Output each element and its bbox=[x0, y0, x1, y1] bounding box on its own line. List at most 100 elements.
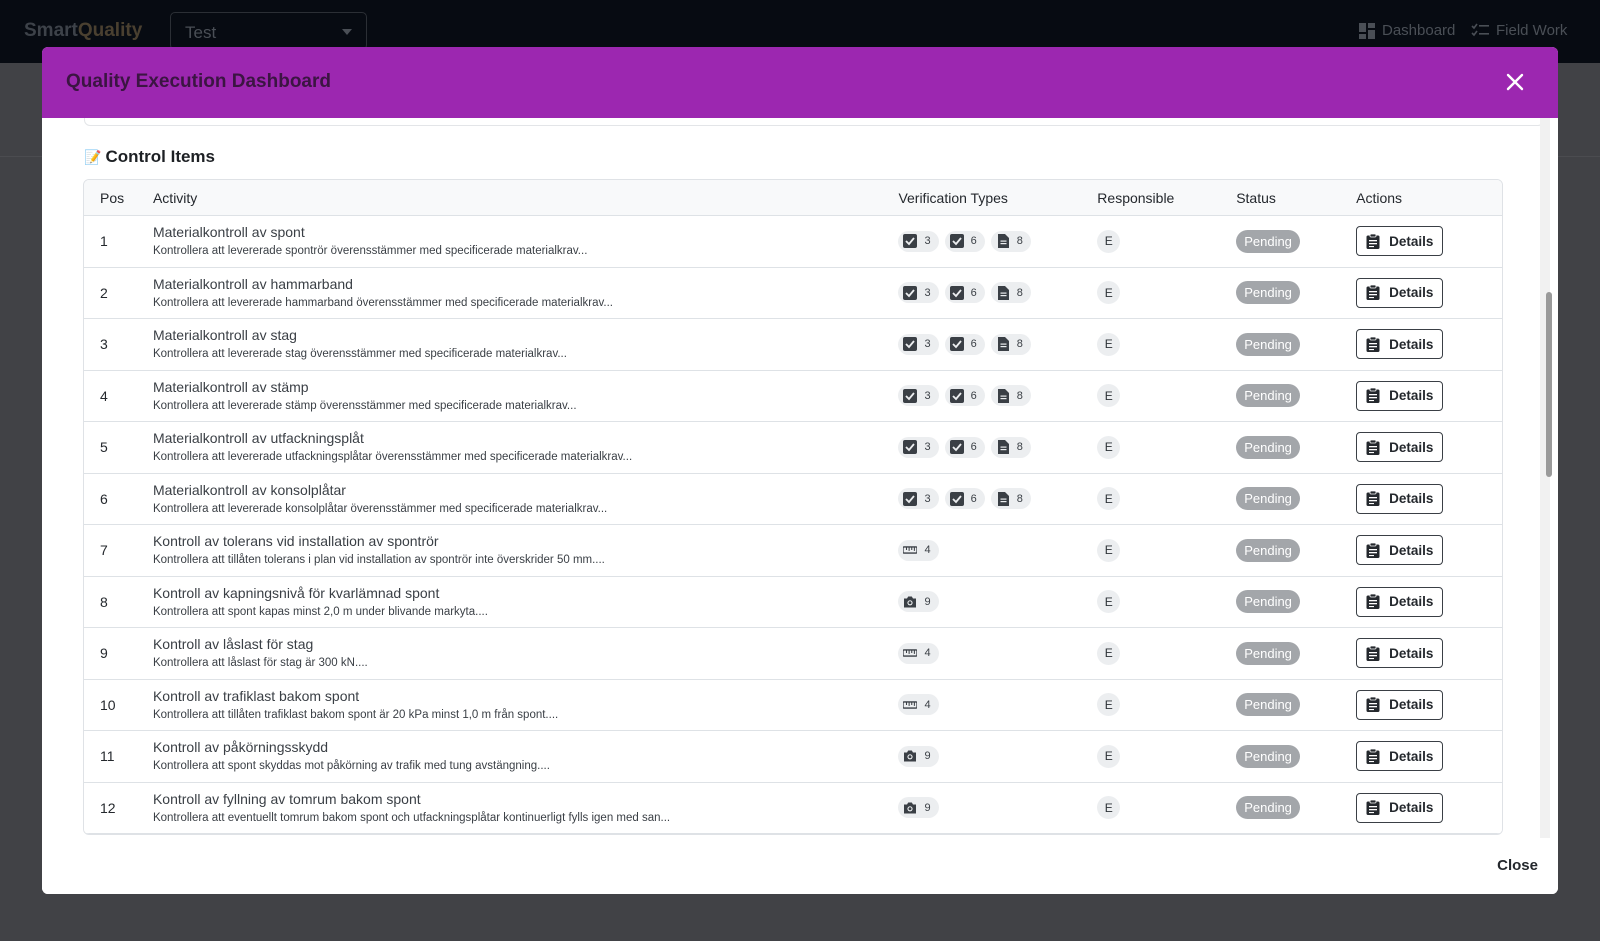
row-responsible: E bbox=[1097, 229, 1236, 253]
row-activity: Materialkontroll av hammarband Kontroller… bbox=[153, 275, 898, 311]
row-pos: 6 bbox=[100, 490, 108, 507]
responsible-badge: E bbox=[1097, 693, 1121, 717]
details-button-label: Details bbox=[1389, 491, 1434, 507]
table-row: 7 Kontroll av tolerans vid installation a… bbox=[84, 525, 1502, 577]
verification-count: 3 bbox=[924, 441, 931, 454]
header-pos: Pos bbox=[100, 189, 125, 206]
control-items-table: Pos Activity Verification Types Responsi… bbox=[83, 179, 1503, 835]
verification-badge: 6 bbox=[944, 385, 985, 407]
header-status: Status bbox=[1236, 189, 1276, 206]
document-icon bbox=[997, 234, 1009, 249]
details-button[interactable]: Details bbox=[1356, 741, 1444, 772]
activity-description: Kontrollera att eventuellt tomrum bakom … bbox=[152, 811, 671, 824]
row-pos: 10 bbox=[100, 696, 116, 713]
row-responsible: E bbox=[1097, 435, 1236, 459]
row-responsible: E bbox=[1097, 796, 1236, 820]
details-button[interactable]: Details bbox=[1356, 329, 1444, 360]
row-verification-types: 4 bbox=[898, 642, 1097, 664]
verification-count: 6 bbox=[970, 235, 977, 248]
verification-badge: 3 bbox=[898, 230, 939, 252]
verification-count: 8 bbox=[1016, 389, 1023, 402]
checkbox-icon bbox=[949, 234, 964, 249]
checkbox-icon bbox=[949, 285, 964, 300]
row-pos: 8 bbox=[100, 593, 108, 610]
nav-dashboard[interactable]: Dashboard bbox=[1359, 22, 1455, 39]
table-row: 5 Materialkontroll av utfackningsplåt Kont… bbox=[84, 422, 1502, 474]
details-button-label: Details bbox=[1389, 594, 1434, 610]
row-pos: 11 bbox=[100, 748, 115, 765]
verification-badge: 8 bbox=[990, 333, 1031, 355]
verification-count: 3 bbox=[924, 492, 931, 505]
row-status: Pending bbox=[1236, 693, 1356, 717]
row-responsible: E bbox=[1097, 538, 1236, 562]
responsible-badge: E bbox=[1097, 384, 1121, 408]
camera-icon bbox=[904, 750, 917, 762]
status-badge: Pending bbox=[1236, 744, 1300, 768]
verification-count: 8 bbox=[1016, 338, 1023, 351]
table-row: 2 Materialkontroll av hammarband Kontrolle… bbox=[84, 267, 1502, 319]
camera-icon bbox=[904, 596, 917, 608]
verification-badge: 9 bbox=[898, 797, 939, 819]
activity-description: Kontrollera att låslast för stag är 300 … bbox=[152, 657, 368, 670]
details-button[interactable]: Details bbox=[1356, 483, 1444, 514]
row-status: Pending bbox=[1236, 332, 1356, 356]
status-badge: Pending bbox=[1236, 487, 1300, 511]
row-status: Pending bbox=[1236, 435, 1356, 459]
ruler-icon bbox=[903, 546, 918, 554]
details-button[interactable]: Details bbox=[1356, 432, 1444, 463]
status-badge: Pending bbox=[1236, 538, 1300, 562]
checkbox-icon bbox=[903, 285, 918, 300]
modal-scrollbar-track[interactable] bbox=[1540, 118, 1550, 838]
verification-count: 9 bbox=[924, 801, 931, 814]
row-responsible: E bbox=[1097, 693, 1236, 717]
clipboard-icon bbox=[1366, 233, 1380, 249]
row-actions: Details bbox=[1356, 329, 1502, 360]
row-status: Pending bbox=[1236, 229, 1356, 253]
details-button[interactable]: Details bbox=[1356, 586, 1444, 617]
row-actions: Details bbox=[1356, 483, 1502, 514]
verification-count: 8 bbox=[1016, 492, 1023, 505]
ruler-icon bbox=[903, 701, 918, 709]
details-button[interactable]: Details bbox=[1356, 226, 1444, 257]
details-button[interactable]: Details bbox=[1356, 535, 1444, 566]
project-select[interactable]: Test bbox=[170, 12, 367, 50]
verification-count: 3 bbox=[924, 389, 931, 402]
table-row: 8 Kontroll av kapningsnivå för kvarlämnad… bbox=[84, 576, 1502, 628]
row-verification-types: 9 bbox=[898, 745, 1097, 767]
verification-badge: 8 bbox=[990, 488, 1031, 510]
details-button[interactable]: Details bbox=[1356, 380, 1444, 411]
verification-count: 3 bbox=[924, 338, 931, 351]
row-responsible: E bbox=[1097, 641, 1236, 665]
verification-badge: 3 bbox=[898, 488, 939, 510]
table-row: 6 Materialkontroll av konsolplåtar Kontrol… bbox=[84, 473, 1502, 525]
row-verification-types: 4 bbox=[898, 539, 1097, 561]
verification-badge: 9 bbox=[898, 745, 939, 767]
table-row: 1 Materialkontroll av spont Kontrollera at… bbox=[84, 216, 1502, 268]
checkbox-icon bbox=[903, 491, 918, 506]
details-button[interactable]: Details bbox=[1356, 792, 1444, 823]
table-row: 3 Materialkontroll av stag Kontrollera att… bbox=[84, 319, 1502, 371]
activity-description: Kontrollera att levererade utfackningspl… bbox=[152, 451, 633, 464]
modal-scrollbar-thumb[interactable] bbox=[1546, 292, 1552, 477]
checkbox-icon bbox=[949, 337, 964, 352]
brand-quality-text: Quality bbox=[77, 20, 143, 41]
details-button[interactable]: Details bbox=[1356, 277, 1444, 308]
activity-title: Materialkontroll av konsolplåtar bbox=[152, 481, 346, 498]
row-status: Pending bbox=[1236, 281, 1356, 305]
nav-field-work[interactable]: Field Work bbox=[1471, 22, 1567, 39]
close-button[interactable]: Close bbox=[1497, 857, 1538, 874]
row-pos: 2 bbox=[100, 284, 108, 301]
modal-body[interactable]: 📝 Control Items Pos Activity Verificatio… bbox=[42, 118, 1558, 889]
close-icon[interactable] bbox=[1506, 73, 1524, 91]
brand-logo[interactable]: SmartQuality bbox=[24, 20, 142, 42]
verification-badge: 4 bbox=[898, 539, 939, 561]
activity-description: Kontrollera att spont kapas minst 2,0 m … bbox=[152, 605, 488, 618]
status-badge: Pending bbox=[1236, 384, 1300, 408]
details-button[interactable]: Details bbox=[1356, 689, 1444, 720]
status-badge: Pending bbox=[1236, 435, 1300, 459]
row-pos: 1 bbox=[100, 233, 108, 250]
verification-count: 4 bbox=[924, 647, 931, 660]
details-button[interactable]: Details bbox=[1356, 638, 1444, 669]
status-badge: Pending bbox=[1236, 796, 1300, 820]
activity-description: Kontrollera att spont skyddas mot påkörn… bbox=[152, 760, 550, 773]
